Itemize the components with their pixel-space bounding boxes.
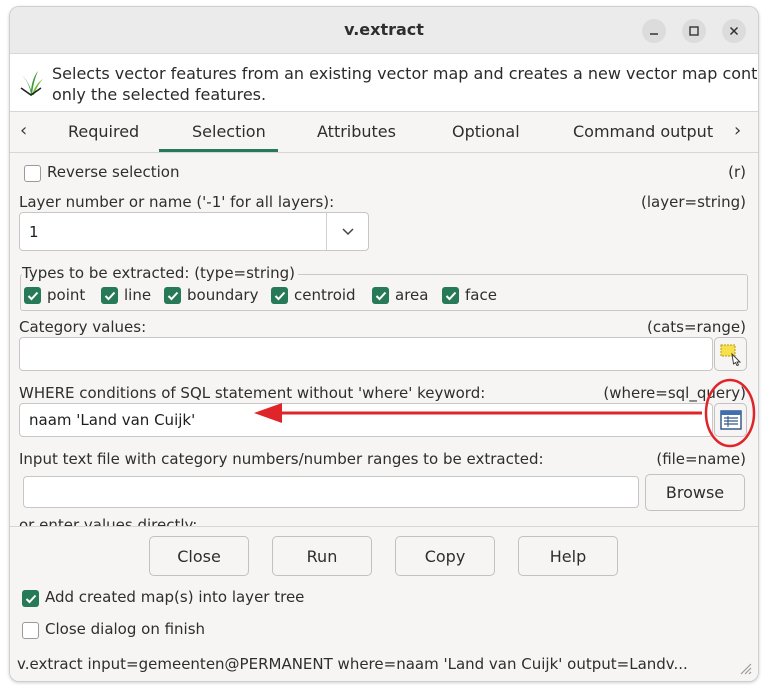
run-button[interactable]: Run [272,536,372,576]
cutoff-label: or enter values directly: [19,516,198,526]
type-boundary-label: boundary [187,286,259,304]
tab-attributes[interactable]: Attributes [317,122,396,141]
layer-combobox[interactable]: 1 [19,212,369,251]
where-value: naam 'Land van Cuijk' [29,411,196,429]
minimize-icon [650,33,658,35]
close-button[interactable]: Close [149,536,249,576]
add-to-layer-tree-checkbox[interactable] [22,590,39,607]
tab-optional[interactable]: Optional [452,122,520,141]
type-line-label: line [124,286,152,304]
maximize-icon [689,26,699,36]
layer-dropdown-button[interactable] [326,213,368,250]
select-features-icon [720,344,741,366]
check-icon [27,291,38,300]
module-description: Selects vector features from an existing… [10,54,758,112]
tab-required[interactable]: Required [68,122,139,141]
dialog-footer: Close Run Copy Help Add created map(s) i… [10,526,758,681]
layer-param: (layer=string) [641,193,746,211]
grass-logo-icon [20,71,43,96]
check-icon [445,291,456,300]
active-tab-indicator [159,149,278,152]
layer-value: 1 [29,222,39,241]
type-area-checkbox[interactable] [372,287,389,304]
where-param: (where=sql_query) [603,384,746,402]
browse-button[interactable]: Browse [645,474,745,511]
type-area-label: area [395,286,429,304]
chevron-down-icon [341,227,354,235]
help-button[interactable]: Help [518,536,618,576]
check-icon [375,291,386,300]
dialog-window: v.extract Selects vector features from a… [9,6,759,682]
tab-bar: ‹ Required Selection Attributes Optional… [10,112,758,153]
layer-label: Layer number or name ('-1' for all layer… [19,193,335,211]
chevron-right-icon[interactable]: › [734,120,741,141]
reverse-selection-flag: (r) [728,163,746,181]
file-label: Input text file with category numbers/nu… [19,450,544,468]
sql-builder-button[interactable] [714,403,747,437]
where-label: WHERE conditions of SQL statement withou… [19,384,486,402]
reverse-selection-label: Reverse selection [47,163,180,181]
types-label: Types to be extracted: [22,264,190,282]
description-line-2: only the selected features. [52,85,267,104]
close-icon [729,26,739,36]
title-bar[interactable]: v.extract [10,7,758,54]
selection-panel: Reverse selection (r) Layer number or na… [10,153,758,526]
type-point-checkbox[interactable] [24,287,41,304]
sql-builder-icon [719,410,742,430]
reverse-selection-checkbox[interactable] [24,165,41,182]
check-icon [274,291,285,300]
chevron-left-icon[interactable]: ‹ [20,120,27,141]
cats-label: Category values: [19,318,147,336]
tab-selection[interactable]: Selection [192,122,266,141]
file-param: (file=name) [656,450,746,468]
cats-input[interactable] [19,337,713,371]
where-input[interactable]: naam 'Land van Cuijk' [19,403,713,437]
type-line-checkbox[interactable] [101,287,118,304]
type-boundary-checkbox[interactable] [164,287,181,304]
file-input[interactable] [23,476,639,508]
check-icon [25,594,36,603]
type-point-label: point [47,286,86,304]
close-window-button[interactable] [722,19,746,43]
type-centroid-checkbox[interactable] [271,287,288,304]
type-face-checkbox[interactable] [442,287,459,304]
close-on-finish-checkbox[interactable] [22,622,39,639]
close-on-finish-label: Close dialog on finish [45,620,206,638]
minimize-button[interactable] [642,19,666,43]
cats-param: (cats=range) [646,318,746,336]
maximize-button[interactable] [682,19,706,43]
type-centroid-label: centroid [294,286,356,304]
check-icon [104,291,115,300]
command-statusbar: v.extract input=gemeenten@PERMANENT wher… [17,655,688,673]
tab-command-output[interactable]: Command output [573,122,713,141]
description-line-1: Selects vector features from an existing… [52,64,759,83]
resize-grip-icon[interactable] [736,659,752,675]
add-to-layer-tree-label: Add created map(s) into layer tree [45,588,305,606]
copy-button[interactable]: Copy [395,536,495,576]
check-icon [167,291,178,300]
types-param: (type=string) [194,264,296,282]
select-features-button[interactable] [714,337,747,371]
type-face-label: face [465,286,497,304]
